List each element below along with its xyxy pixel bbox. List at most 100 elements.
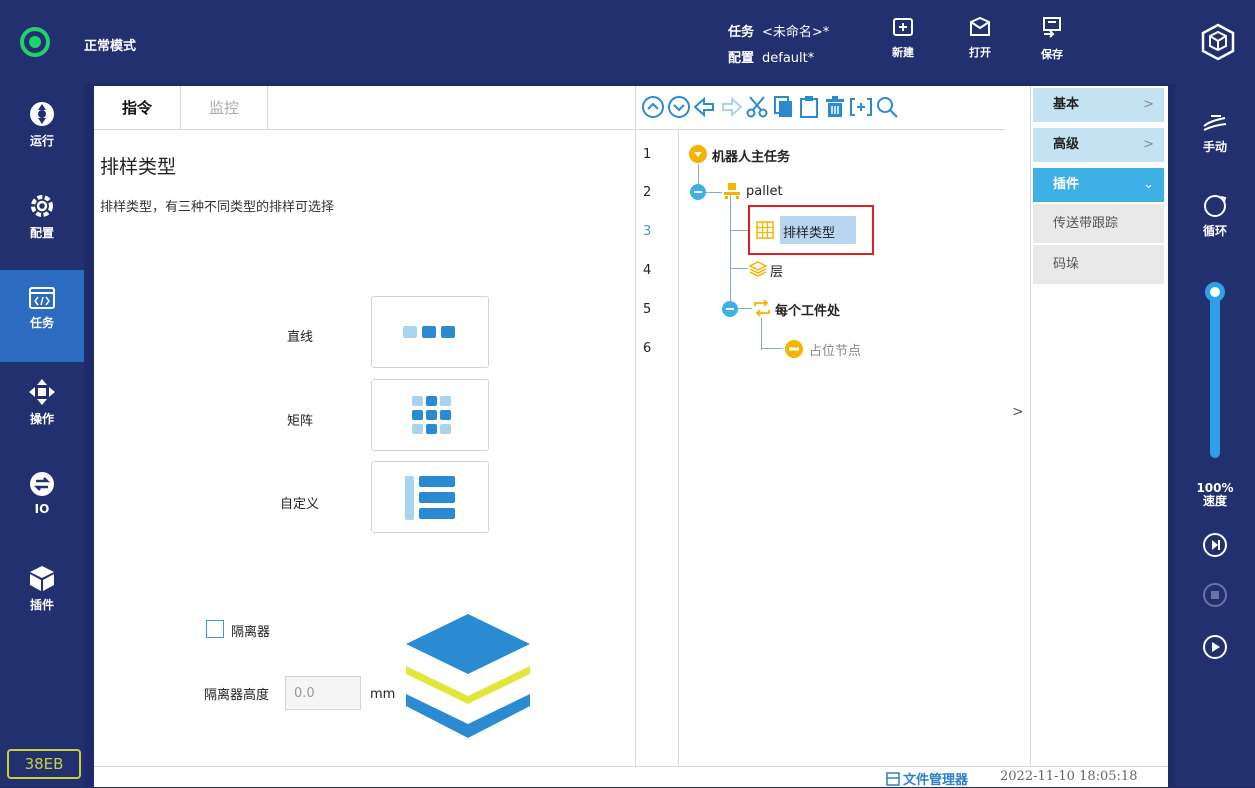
- nav-item-run[interactable]: 运行: [0, 84, 84, 176]
- collapse-node-icon[interactable]: [721, 300, 739, 318]
- tree-node-each-workpiece[interactable]: 每个工件处: [775, 300, 840, 319]
- config-value: default*: [762, 51, 815, 66]
- nav-label-config: 配置: [29, 226, 54, 240]
- separator-height-input[interactable]: [285, 676, 361, 710]
- library-item-palletizing[interactable]: 码垛: [1033, 245, 1164, 285]
- move-down-icon[interactable]: [667, 95, 691, 119]
- speed-slider-track[interactable]: [1210, 288, 1220, 458]
- library-section-advanced[interactable]: 高级 >: [1033, 128, 1164, 162]
- separator-label: 隔离器: [231, 625, 271, 640]
- manual-mode-button[interactable]: 手动: [1175, 112, 1255, 155]
- task-label: 任务: [728, 25, 755, 40]
- step-play-icon: [1203, 533, 1227, 557]
- tab-monitor[interactable]: 监控: [181, 86, 268, 130]
- layers-node-icon: [749, 261, 767, 277]
- gear-icon: [31, 195, 53, 217]
- undo-icon[interactable]: [693, 95, 717, 119]
- main-area: 指令 监控 排样类型 排样类型，有三种不同类型的排样可选择 直线 矩阵 自定义: [94, 86, 1168, 786]
- nav-item-io[interactable]: IO: [0, 454, 84, 546]
- section-label: 基本: [1053, 97, 1080, 112]
- option-label-line: 直线: [287, 330, 314, 345]
- option-custom-button[interactable]: [371, 461, 489, 533]
- chevron-right-icon: >: [1012, 404, 1024, 420]
- nav-item-operate[interactable]: 操作: [0, 362, 84, 454]
- config-label: 配置: [728, 51, 755, 66]
- nav-label-operate: 操作: [29, 412, 54, 426]
- custom-pattern-icon: [405, 476, 455, 520]
- tree-node-placeholder[interactable]: 占位节点: [809, 340, 861, 359]
- stop-icon: [1203, 583, 1227, 607]
- line-number-current: 3: [643, 224, 652, 239]
- line-number: 5: [643, 302, 652, 317]
- manual-label: 手动: [1202, 140, 1227, 154]
- library-toggle-button[interactable]: >: [1005, 86, 1031, 766]
- tab-instruction[interactable]: 指令: [94, 86, 181, 130]
- option-label-matrix: 矩阵: [287, 414, 314, 429]
- file-manager-link[interactable]: 文件管理器: [886, 769, 968, 788]
- nav-item-plugin[interactable]: 插件: [0, 548, 84, 640]
- move-icon: [29, 379, 55, 405]
- search-icon[interactable]: [875, 95, 899, 119]
- status-bar: 文件管理器 2022-11-10 18:05:18: [94, 766, 1168, 788]
- version-tag: 38EB: [7, 749, 81, 779]
- instruction-library: 基本 > 高级 > 插件 ⌄ 传送带跟踪 码垛: [1031, 86, 1167, 766]
- nav-label-io: IO: [34, 502, 50, 516]
- option-line-button[interactable]: [371, 296, 489, 368]
- loop-mode-button[interactable]: 循环: [1175, 192, 1255, 239]
- task-value: <未命名>*: [762, 25, 830, 40]
- save-button-label: 保存: [1041, 48, 1063, 61]
- copy-icon[interactable]: [771, 95, 795, 119]
- file-manager-label: 文件管理器: [903, 773, 969, 788]
- save-button[interactable]: 保存: [1028, 16, 1076, 62]
- tree-node-pallet[interactable]: pallet: [746, 184, 783, 199]
- section-label: 高级: [1053, 137, 1080, 152]
- open-folder-icon: [970, 16, 990, 36]
- io-icon: [30, 472, 54, 496]
- library-section-plugin[interactable]: 插件 ⌄: [1033, 168, 1164, 202]
- tree-node-pattern-type[interactable]: 排样类型: [783, 222, 835, 241]
- paste-icon[interactable]: [797, 95, 821, 119]
- move-up-icon[interactable]: [641, 95, 665, 119]
- placeholder-node-icon: [785, 340, 803, 358]
- tree-node-layer[interactable]: 层: [770, 261, 783, 280]
- tree-node-main-task[interactable]: 机器人主任务: [712, 146, 790, 165]
- chevron-down-icon: ⌄: [1143, 177, 1154, 192]
- separator-height-label: 隔离器高度: [204, 688, 270, 703]
- separator-checkbox[interactable]: [206, 620, 224, 638]
- redo-icon[interactable]: [719, 95, 743, 119]
- loop-label: 循环: [1202, 224, 1227, 238]
- collapse-node-icon[interactable]: [689, 183, 707, 201]
- file-manager-icon: [886, 772, 900, 786]
- option-label-custom: 自定义: [280, 497, 320, 512]
- task-info: 任务 <未命名>* 配置 default*: [728, 20, 829, 72]
- layer-stack-illustration: [404, 614, 532, 748]
- loop-icon: [1204, 195, 1227, 217]
- code-icon: [29, 287, 55, 309]
- nav-item-config[interactable]: 配置: [0, 176, 84, 268]
- play-button[interactable]: [1175, 634, 1255, 662]
- speed-label: 速度: [1202, 494, 1227, 508]
- panel-title: 排样类型: [100, 156, 177, 178]
- speed-readout: 100% 速度: [1175, 482, 1255, 508]
- tree-connector: [730, 230, 748, 231]
- library-section-basic[interactable]: 基本 >: [1033, 88, 1164, 122]
- nav-item-task[interactable]: 任务: [0, 270, 84, 362]
- run-icon: [30, 102, 54, 126]
- cut-icon[interactable]: [745, 95, 769, 119]
- step-play-button[interactable]: [1175, 532, 1255, 560]
- speed-slider-knob[interactable]: [1205, 282, 1225, 302]
- nav-label-task: 任务: [29, 316, 54, 330]
- stop-button[interactable]: [1175, 582, 1255, 610]
- section-label: 插件: [1053, 177, 1080, 192]
- top-bar: 正常模式 任务 <未命名>* 配置 default* 新建 打开 保存: [0, 0, 1255, 84]
- status-indicator-icon: [20, 27, 50, 57]
- delete-icon[interactable]: [823, 95, 847, 119]
- new-button[interactable]: 新建: [879, 16, 927, 60]
- open-button[interactable]: 打开: [956, 16, 1004, 60]
- right-nav: 手动 循环 100% 速度: [1175, 84, 1255, 787]
- program-tree-panel: 1 2 3 4 5 6 机器人主任务 pallet 排样类型 层 每个工件处 占…: [636, 86, 1005, 766]
- line-number: 4: [643, 263, 652, 278]
- library-item-conveyor-tracking[interactable]: 传送带跟踪: [1033, 204, 1164, 244]
- group-icon[interactable]: [849, 95, 873, 119]
- option-matrix-button[interactable]: [371, 379, 489, 451]
